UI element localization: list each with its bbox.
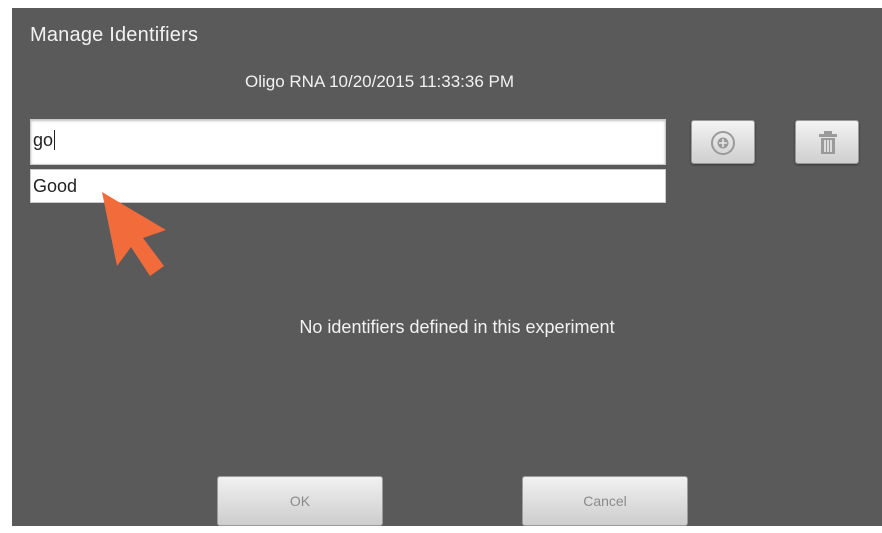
suggestion-label: Good (33, 176, 78, 196)
add-circle-icon (711, 131, 735, 155)
add-identifier-button[interactable] (691, 120, 755, 164)
delete-identifier-button[interactable] (795, 120, 859, 164)
trash-icon (819, 131, 837, 154)
cancel-button[interactable]: Cancel (522, 476, 688, 526)
experiment-subtitle: Oligo RNA 10/20/2015 11:33:36 PM (244, 72, 515, 91)
ok-button[interactable]: OK (217, 476, 383, 526)
pointer-arrow-icon (102, 192, 166, 276)
identifier-input[interactable]: go (30, 119, 666, 165)
identifier-input-value: go (33, 130, 56, 150)
dialog-title: Manage Identifiers (30, 24, 199, 46)
empty-state-message: No identifiers defined in this experimen… (299, 317, 615, 337)
